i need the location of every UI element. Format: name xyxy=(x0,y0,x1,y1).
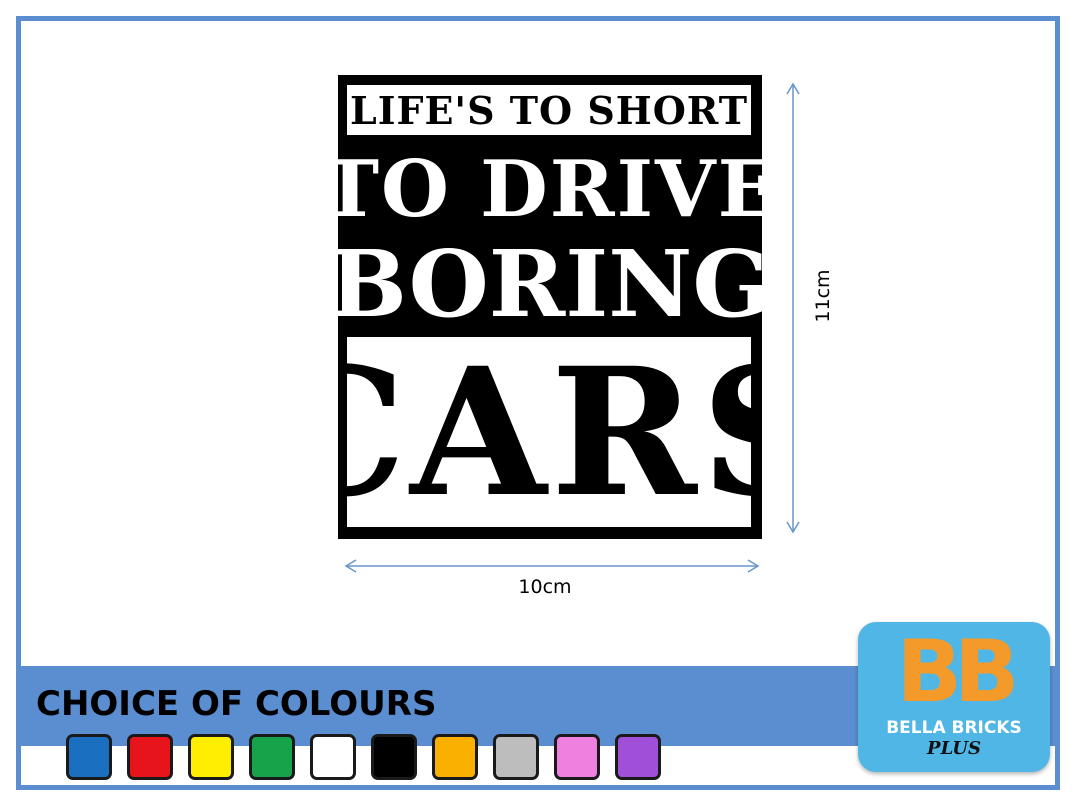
colours-title: CHOICE OF COLOURS xyxy=(36,684,437,724)
sticker-design: LIFE'S TO SHORT TO DRIVE BORING CARS xyxy=(320,75,780,539)
logo-name: BELLA BRICKS xyxy=(886,718,1022,738)
colour-swatch-2[interactable] xyxy=(127,734,173,780)
width-label: 10cm xyxy=(518,576,572,598)
logo-sub: PLUS xyxy=(927,738,981,759)
colour-swatch-6[interactable] xyxy=(371,734,417,780)
colour-swatch-9[interactable] xyxy=(554,734,600,780)
colour-swatch-1[interactable] xyxy=(66,734,112,780)
sticker-line-3: BORING xyxy=(329,230,771,338)
sticker-line-2: TO DRIVE xyxy=(320,143,780,235)
colour-swatch-3[interactable] xyxy=(188,734,234,780)
colour-swatches xyxy=(66,734,661,780)
colour-swatch-7[interactable] xyxy=(432,734,478,780)
bella-bricks-logo: BB BELLA BRICKS PLUS xyxy=(858,622,1050,772)
sticker-line-4: CARS xyxy=(347,337,751,527)
sticker-line-1: LIFE'S TO SHORT xyxy=(347,85,751,135)
height-label: 11cm xyxy=(812,269,834,323)
colour-swatch-8[interactable] xyxy=(493,734,539,780)
logo-monogram: BB xyxy=(896,622,1019,722)
colour-swatch-5[interactable] xyxy=(310,734,356,780)
colour-swatch-4[interactable] xyxy=(249,734,295,780)
colour-swatch-10[interactable] xyxy=(615,734,661,780)
